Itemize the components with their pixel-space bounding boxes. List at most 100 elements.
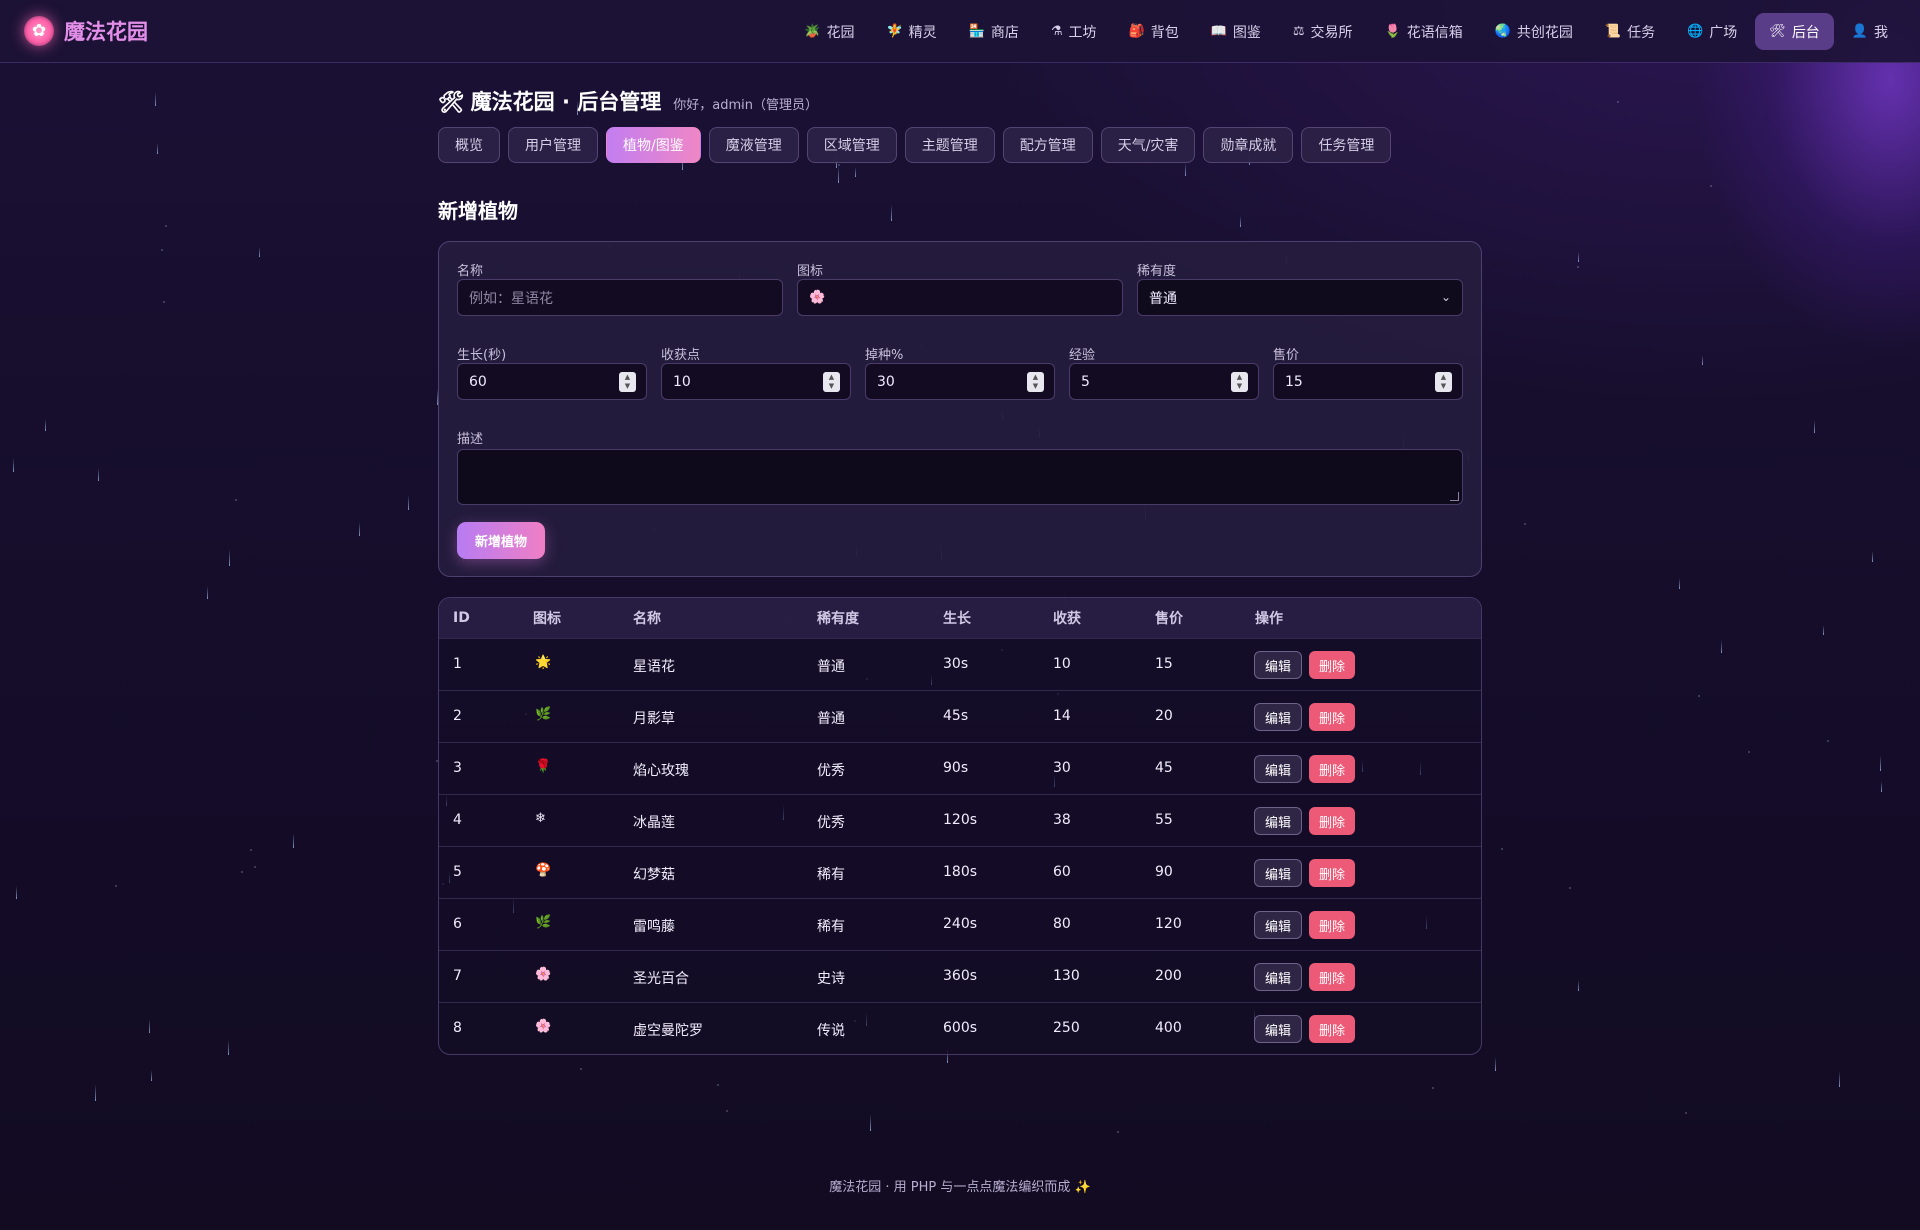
edit-button[interactable]: 编辑 [1254, 651, 1302, 679]
add-plant-button[interactable]: 新增植物 [457, 522, 545, 559]
harvest-input[interactable]: 10 ▲ ▼ [661, 363, 851, 400]
cell-name: 月影草 [633, 711, 675, 727]
delete-button[interactable]: 删除 [1309, 703, 1355, 731]
cell-price: 55 [1155, 812, 1173, 828]
stepper-icon[interactable]: ▲ ▼ [619, 372, 636, 392]
nav-item-cocreate[interactable]: 🌏 共创花园 [1481, 13, 1587, 50]
nav-item-label: 广场 [1709, 24, 1738, 41]
edit-button[interactable]: 编辑 [1254, 755, 1302, 783]
web-globe-icon: 🌐 [1687, 24, 1704, 39]
edit-button[interactable]: 编辑 [1254, 859, 1302, 887]
potted-plant-icon: 🪴 [804, 24, 821, 39]
nav-item-mailbox[interactable]: 🌷 花语信箱 [1371, 13, 1477, 50]
cell-rarity: 优秀 [817, 815, 845, 831]
tab-recipes[interactable]: 配方管理 [1002, 127, 1093, 163]
cell-name: 雷鸣藤 [633, 919, 675, 935]
nav-item-workshop[interactable]: ⚗ 工坊 [1037, 13, 1111, 50]
tulip-icon: 🌷 [1384, 24, 1401, 39]
nav-item-fairy[interactable]: 🧚 精灵 [872, 13, 950, 50]
icon-input[interactable]: 🌸 [797, 279, 1123, 316]
edit-button[interactable]: 编辑 [1254, 807, 1302, 835]
table-row: 7 🌸 圣光百合 史诗 360s 130 200 编辑 删除 [439, 950, 1481, 1002]
nav-item-me[interactable]: 👤 我 [1838, 13, 1902, 50]
nav-item-shop[interactable]: 🏪 商店 [955, 13, 1033, 50]
tab-zones[interactable]: 区域管理 [806, 127, 897, 163]
tab-themes[interactable]: 主题管理 [904, 127, 995, 163]
plant-icon: 🌟 [535, 655, 552, 670]
price-input[interactable]: 15 ▲ ▼ [1273, 363, 1463, 400]
nav-item-tasks[interactable]: 📜 任务 [1591, 13, 1669, 50]
tab-badges[interactable]: 勋章成就 [1203, 127, 1294, 163]
desc-field-group: 描述 [457, 428, 757, 447]
drop-value: 30 [877, 373, 895, 390]
col-icon: 图标 [533, 611, 561, 627]
cell-price: 200 [1155, 968, 1182, 984]
cell-growth: 180s [943, 864, 978, 880]
tab-tasks[interactable]: 任务管理 [1301, 127, 1392, 163]
table-row: 8 🌸 虚空曼陀罗 传说 600s 250 400 编辑 删除 [439, 1002, 1481, 1054]
cell-rarity: 稀有 [817, 867, 845, 883]
delete-button[interactable]: 删除 [1309, 755, 1355, 783]
nav-item-backpack[interactable]: 🎒 背包 [1115, 13, 1193, 50]
col-rarity: 稀有度 [817, 611, 859, 627]
edit-button[interactable]: 编辑 [1254, 963, 1302, 991]
rarity-select[interactable]: 普通 ⌄ [1137, 279, 1463, 316]
section-title: 新增植物 [438, 199, 518, 223]
plant-icon: 🍄 [535, 863, 552, 878]
admin-tabs: 概览 用户管理 植物/图鉴 魔液管理 区域管理 主题管理 配方管理 天气/灾害 … [438, 127, 1482, 163]
cell-harvest: 60 [1053, 864, 1071, 880]
flask-icon: ⚗ [1050, 24, 1063, 39]
cell-id: 6 [453, 916, 462, 932]
name-field-group: 名称 例如：星语花 [457, 260, 783, 316]
tab-plants[interactable]: 植物/图鉴 [606, 127, 701, 163]
edit-button[interactable]: 编辑 [1254, 1015, 1302, 1043]
resize-handle-icon[interactable] [1450, 492, 1459, 501]
cell-rarity: 传说 [817, 1023, 845, 1039]
nav-item-admin[interactable]: 🛠 后台 [1755, 13, 1834, 50]
stepper-icon[interactable]: ▲ ▼ [1027, 372, 1044, 392]
edit-button[interactable]: 编辑 [1254, 911, 1302, 939]
description-textarea[interactable] [457, 449, 1463, 505]
cell-price: 15 [1155, 656, 1173, 672]
cell-harvest: 38 [1053, 812, 1071, 828]
col-name: 名称 [633, 611, 661, 627]
delete-button[interactable]: 删除 [1309, 1015, 1355, 1043]
exp-input[interactable]: 5 ▲ ▼ [1069, 363, 1259, 400]
edit-button[interactable]: 编辑 [1254, 703, 1302, 731]
table-row: 5 🍄 幻梦菇 稀有 180s 60 90 编辑 删除 [439, 846, 1481, 898]
stepper-icon[interactable]: ▲ ▼ [823, 372, 840, 392]
cell-growth: 90s [943, 760, 969, 776]
tab-potions[interactable]: 魔液管理 [708, 127, 799, 163]
plants-table: ID 图标 名称 稀有度 生长 收获 售价 操作 1 🌟 星语花 普通 30s 10 15 编… [438, 597, 1482, 1055]
stepper-icon[interactable]: ▲ ▼ [1231, 372, 1248, 392]
nav-item-garden[interactable]: 🪴 花园 [790, 13, 868, 50]
delete-button[interactable]: 删除 [1309, 911, 1355, 939]
table-body: 1 🌟 星语花 普通 30s 10 15 编辑 删除 2 🌿 月影草 普通 45s 14 20 编辑 删除 3 🌹 焰心… [439, 638, 1481, 1054]
cell-id: 1 [453, 656, 462, 672]
nav-item-exchange[interactable]: ⚖ 交易所 [1279, 13, 1367, 50]
tools-icon: 🛠 [1769, 24, 1786, 39]
tab-weather[interactable]: 天气/灾害 [1100, 127, 1196, 163]
cell-price: 400 [1155, 1020, 1182, 1036]
growth-input[interactable]: 60 ▲ ▼ [457, 363, 647, 400]
stepper-icon[interactable]: ▲ ▼ [1435, 372, 1452, 392]
name-placeholder: 例如：星语花 [469, 290, 553, 307]
nav-item-plaza[interactable]: 🌐 广场 [1673, 13, 1751, 50]
delete-button[interactable]: 删除 [1309, 963, 1355, 991]
drop-input[interactable]: 30 ▲ ▼ [865, 363, 1055, 400]
cell-id: 7 [453, 968, 462, 984]
tab-users[interactable]: 用户管理 [508, 127, 598, 163]
fairy-icon: 🧚 [886, 24, 903, 39]
brand[interactable]: ✿ 魔法花园 [24, 16, 148, 46]
nav-item-codex[interactable]: 📖 图鉴 [1197, 13, 1275, 50]
delete-button[interactable]: 删除 [1309, 859, 1355, 887]
rarity-select-value: 普通 [1149, 290, 1177, 307]
exp-label: 经验 [1069, 348, 1096, 363]
name-input[interactable]: 例如：星语花 [457, 279, 783, 316]
scroll-icon: 📜 [1604, 24, 1622, 39]
delete-button[interactable]: 删除 [1309, 807, 1355, 835]
tab-overview[interactable]: 概览 [438, 127, 500, 163]
rarity-field-group: 稀有度 普通 ⌄ [1137, 260, 1463, 316]
delete-button[interactable]: 删除 [1309, 651, 1355, 679]
main-nav: 🪴 花园 🧚 精灵 🏪 商店 ⚗ 工坊 🎒 背包 📖 图鉴 ⚖ 交易所 🌷 花语信箱 🌏 共创花园… [786, 13, 1902, 50]
